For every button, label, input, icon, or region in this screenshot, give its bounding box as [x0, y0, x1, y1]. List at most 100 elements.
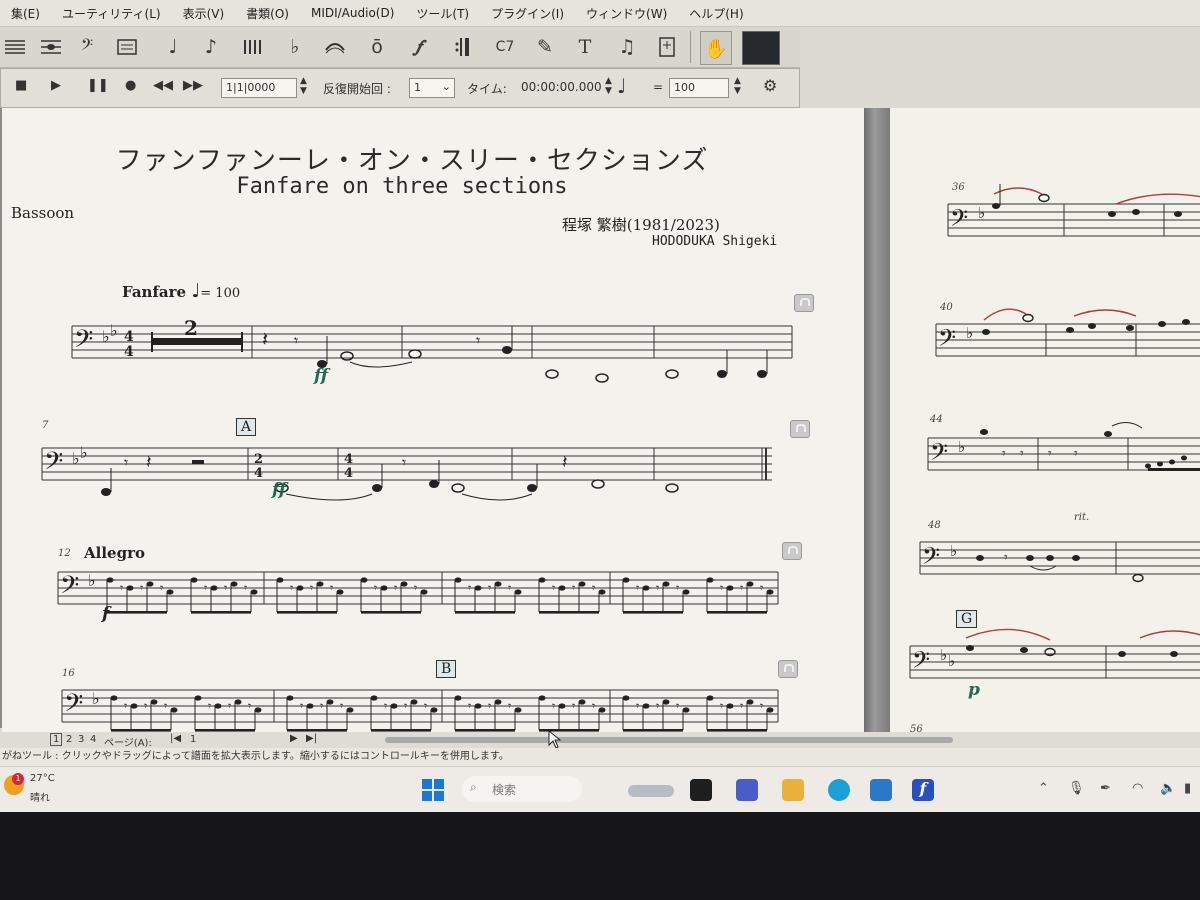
svg-text:𝄢: 𝄢 [74, 325, 93, 360]
quarter-note-tool-icon[interactable]: ♩ [158, 31, 188, 63]
last-page-icon[interactable]: ▶| [306, 733, 317, 744]
tempo-spinner-icon[interactable]: ▲ ▼ [734, 76, 741, 96]
staff-p2-system-4[interactable]: 𝄢 ♭ 𝄾 [919, 532, 1200, 592]
note-head [514, 589, 522, 595]
staff-system-1[interactable]: 𝄢 ♭ ♭ 4 4 𝄽 𝄾 𝄾 [71, 316, 802, 396]
chat-icon[interactable] [736, 779, 758, 801]
score-page-1[interactable]: ファンファンーレ・オン・スリー・セクションズ Fanfare on three … [2, 108, 864, 732]
hand-grabber-icon[interactable]: ✋ [700, 31, 732, 65]
staff-system-2[interactable]: 𝄢 ♭ ♭ 𝄾 𝄽 2 4 4 4 𝄾 𝄽 [41, 438, 802, 508]
menu-midi-audio[interactable]: MIDI/Audio(D) [300, 6, 405, 20]
next-page-icon[interactable]: ▶ [290, 733, 298, 744]
task-view-icon[interactable] [690, 779, 712, 801]
repeat-count-select[interactable]: 1 ⌄ [409, 78, 455, 98]
measure-tool-icon[interactable]: ♫ [612, 31, 642, 63]
svg-text:𝄢: 𝄢 [64, 689, 83, 724]
speaker-icon[interactable]: 🔈 [1160, 781, 1176, 796]
note-head [170, 707, 178, 713]
page-link-2[interactable]: 2 [66, 734, 72, 745]
battery-icon[interactable]: ▮ [1184, 781, 1191, 796]
simple-entry-tool-icon[interactable] [36, 31, 66, 63]
staff-p2-system-1[interactable]: 𝄢 ♭ [947, 184, 1200, 254]
finale-app-icon[interactable]: f [912, 779, 934, 801]
status-hint: がねツール : クリックやドラッグによって譜面を拡大表示します。縮小するにはコン… [2, 751, 509, 762]
page-link-4[interactable]: 4 [90, 734, 96, 745]
text-tool-icon[interactable]: T [570, 31, 600, 63]
edge-browser-icon[interactable] [828, 779, 850, 801]
beam [277, 611, 337, 614]
svg-text:4: 4 [344, 466, 353, 481]
note-head [494, 581, 502, 587]
note-head [746, 581, 754, 587]
menu-tools[interactable]: ツール(T) [405, 5, 480, 22]
system-lock-icon[interactable] [790, 420, 810, 438]
repeat-tool-icon[interactable] [448, 31, 478, 63]
eighth-note-tool-icon[interactable]: ♪ [196, 31, 226, 63]
smart-shape-tool-icon[interactable] [320, 31, 350, 63]
tuplet-tool-icon[interactable] [238, 31, 268, 63]
instrument-name: Bassoon [11, 204, 75, 222]
stop-icon[interactable]: ■ [15, 78, 27, 93]
note-head [146, 581, 154, 587]
taskbar-search[interactable]: ⌕ 検索 [462, 776, 582, 802]
position-spinner-icon[interactable]: ▲ ▼ [300, 76, 307, 96]
note-head [642, 703, 650, 709]
gear-icon[interactable]: ⚙ [763, 76, 777, 95]
page-link-1[interactable]: 1 [50, 733, 63, 746]
eighth-rest: 𝄾 [144, 699, 147, 713]
menu-view[interactable]: 表示(V) [172, 5, 236, 22]
horizontal-scrollbar[interactable] [385, 737, 953, 743]
articulation-tool-icon[interactable]: ♭ [280, 31, 310, 63]
composer-name-en: HODODUKA Shigeki [652, 234, 778, 249]
page-link-3[interactable]: 3 [78, 734, 84, 745]
staff-p2-system-5[interactable]: 𝄢 ♭ ♭ [909, 628, 1200, 696]
eighth-rest: 𝄾 [592, 699, 595, 713]
svg-text:♭: ♭ [940, 646, 947, 664]
store-icon[interactable] [870, 779, 892, 801]
fast-forward-icon[interactable]: ▶▶ [183, 78, 203, 93]
key-signature-tool-icon[interactable] [112, 31, 142, 63]
start-button-icon[interactable] [422, 779, 444, 801]
system-lock-icon[interactable] [782, 542, 802, 560]
note-head [578, 699, 586, 705]
chord-tool-icon[interactable]: C7 [490, 31, 520, 63]
metronome-mark: = 100 [200, 286, 241, 301]
rewind-icon[interactable]: ◀◀ [153, 78, 173, 93]
pause-icon[interactable]: ❚❚ [87, 78, 109, 93]
pen-icon[interactable]: ✒ [1100, 781, 1111, 796]
tempo-unit-spinner-icon[interactable]: ▲ ▼ [605, 76, 612, 96]
wifi-icon[interactable]: ◠ [1132, 781, 1143, 796]
staff-system-4[interactable]: 𝄢 ♭ 𝄾 𝄾 𝄾 𝄾 𝄾 𝄾 𝄾 𝄾 𝄾 𝄾 𝄾 𝄾 𝄾 𝄾 𝄾 𝄾 𝄾 𝄾 𝄾 𝄾 𝄾 𝄾 𝄾 𝄾 [61, 680, 802, 732]
eighth-rest: 𝄾 [394, 581, 397, 595]
clef-tool-icon[interactable]: 𝄢 [72, 31, 102, 63]
menu-plugins[interactable]: プラグイン(I) [480, 5, 575, 22]
system-lock-icon[interactable] [794, 294, 814, 312]
system-lock-icon[interactable] [778, 660, 798, 678]
chevron-up-icon[interactable]: ⌃ [1038, 781, 1049, 796]
menu-help[interactable]: ヘルプ(H) [678, 5, 754, 22]
tempo-field[interactable]: 100 [669, 78, 729, 98]
staff-system-3[interactable]: 𝄢 ♭ 𝄾 𝄾 𝄾 𝄾 𝄾 𝄾 𝄾 𝄾 𝄾 𝄾 𝄾 𝄾 𝄾 𝄾 𝄾 𝄾 𝄾 𝄾 𝄾 𝄾 𝄾 𝄾 𝄾 𝄾 [57, 562, 798, 622]
file-explorer-icon[interactable] [782, 779, 804, 801]
eighth-rest: 𝄾 [330, 581, 333, 595]
first-page-icon[interactable]: |◀ [170, 733, 181, 744]
widgets-icon[interactable] [628, 785, 674, 797]
lyrics-tool-icon[interactable]: ✎ [530, 31, 560, 63]
page-layout-tool-icon[interactable] [652, 31, 682, 63]
play-icon[interactable]: ▶ [51, 78, 61, 93]
microphone-icon[interactable]: 🎙 [1068, 781, 1085, 796]
menu-edit[interactable]: 集(E) [0, 5, 51, 22]
menu-document[interactable]: 書類(O) [235, 5, 300, 22]
staff-tool-icon[interactable] [0, 31, 30, 63]
record-icon[interactable]: ● [125, 78, 136, 93]
menu-window[interactable]: ウィンドウ(W) [575, 5, 678, 22]
staff-p2-system-3[interactable]: 𝄢 ♭ 𝄾 𝄾 𝄾 𝄾 [927, 422, 1200, 488]
expression-tool-icon[interactable]: 𝆑 [404, 31, 434, 63]
zoom-tool-icon[interactable] [742, 31, 780, 65]
score-page-2[interactable]: 36 𝄢 ♭ 40 𝄢 ♭ 44 𝄢 ♭ 𝄾 𝄾 𝄾 𝄾 48 rit. 𝄢 ♭… [890, 108, 1200, 732]
svg-text:𝄾: 𝄾 [476, 331, 480, 350]
menu-utilities[interactable]: ユーティリティ(L) [51, 5, 172, 22]
staff-p2-system-2[interactable]: 𝄢 ♭ [935, 308, 1200, 374]
position-field[interactable]: 1|1|0000 [221, 78, 297, 98]
articulation-accent-icon[interactable]: ō [362, 31, 392, 63]
